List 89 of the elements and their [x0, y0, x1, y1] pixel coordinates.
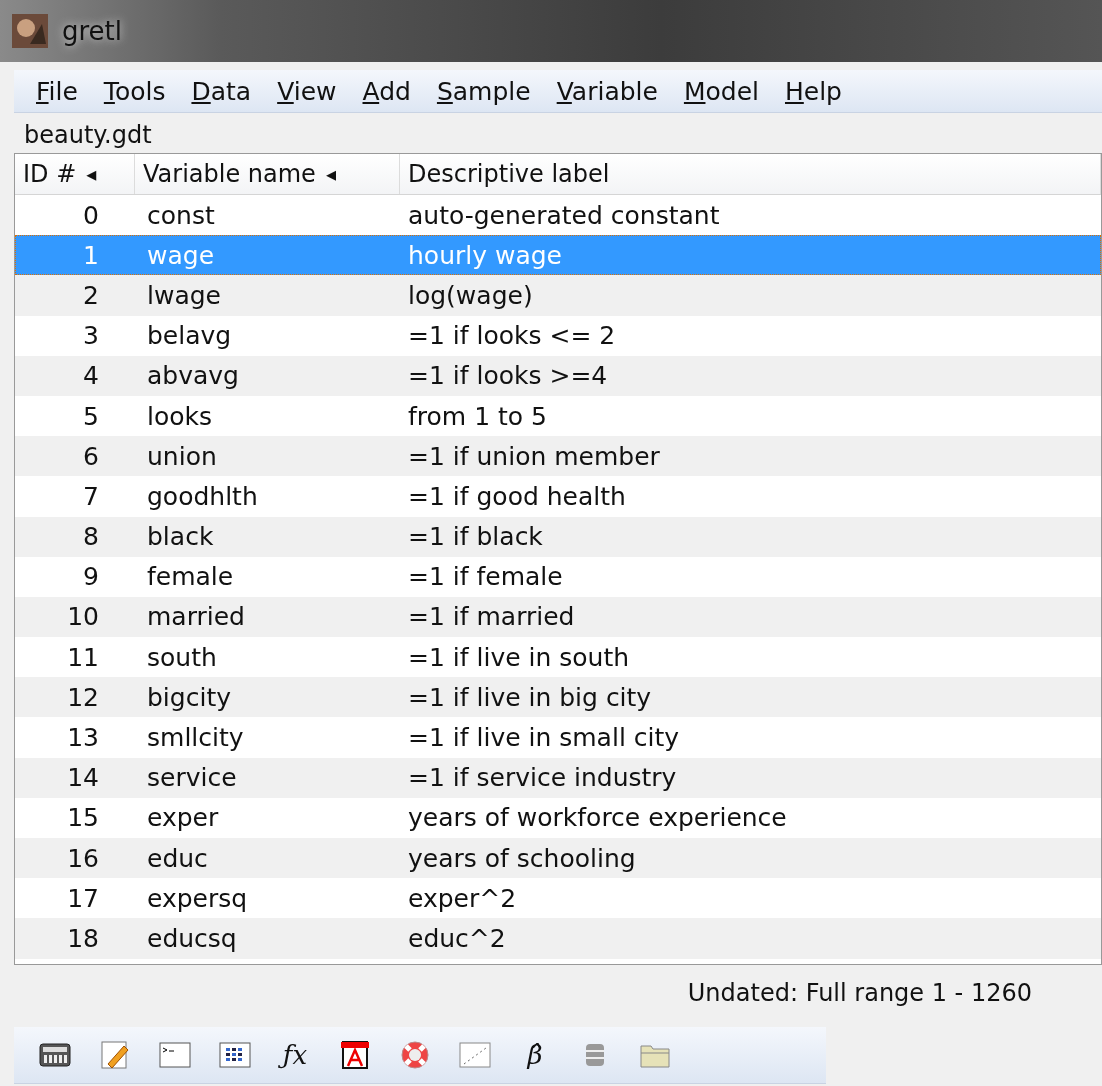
menu-item[interactable]: View	[265, 76, 351, 106]
label-cell-text: from 1 to 5	[407, 401, 548, 431]
label-cell-text: educ^2	[407, 923, 507, 953]
menu-item[interactable]: File	[24, 76, 92, 106]
status-text: Undated: Full range 1 - 1260	[687, 979, 1032, 1009]
name-cell-text: south	[146, 642, 218, 672]
id-cell-text: 3	[82, 321, 100, 351]
name-cell-text: looks	[146, 401, 214, 431]
table-row[interactable]: 2 lwage log(wage)	[15, 275, 1101, 316]
id-cell-text: 15	[66, 803, 100, 833]
name-cell-text: black	[146, 522, 215, 552]
name-cell-text: female	[146, 562, 235, 592]
toolbar-text-button[interactable]: β̂	[516, 1036, 554, 1074]
name-cell-text: smllcity	[146, 723, 245, 753]
id-cell-text: 11	[66, 642, 100, 672]
id-cell-text: 0	[82, 200, 100, 230]
id-cell-text: 6	[82, 441, 100, 471]
id-cell-text: 12	[66, 682, 100, 712]
menu-item[interactable]: Tools	[91, 76, 180, 106]
name-cell-text: educsq	[146, 923, 238, 953]
id-cell-text: 14	[66, 763, 100, 793]
label-cell-text: auto-generated constant	[407, 200, 721, 230]
name-cell-text: expersq	[146, 883, 249, 913]
terminal-icon	[158, 1040, 192, 1070]
table-row[interactable]: 10 married =1 if married	[15, 596, 1101, 638]
label-cell-text: =1 if union member	[407, 441, 661, 471]
name-cell-text: exper	[146, 803, 220, 833]
id-cell-text: 1	[82, 240, 100, 270]
name-cell-text: service	[146, 763, 238, 793]
calculator-icon	[38, 1040, 72, 1070]
column-header[interactable]: Descriptive label	[400, 154, 1101, 194]
lifebuoy-icon	[398, 1040, 432, 1070]
scatter-plot-icon	[458, 1040, 492, 1070]
label-cell-text: =1 if service industry	[407, 763, 678, 793]
label-cell-text: =1 if looks >=4	[407, 361, 609, 391]
file-name: beauty.gdt	[23, 120, 153, 151]
column-header[interactable]: ID # ◂	[15, 154, 135, 194]
label-cell-text: =1 if live in small city	[407, 723, 681, 753]
id-cell-text: 4	[82, 361, 100, 391]
id-cell-text: 13	[66, 723, 100, 753]
label-cell-text: =1 if married	[407, 602, 576, 632]
menu-item[interactable]: Variable	[544, 76, 672, 106]
label-cell-text: =1 if black	[407, 522, 544, 552]
name-cell-text: wage	[146, 240, 216, 270]
name-cell-text: const	[146, 200, 216, 230]
id-cell-text: 8	[82, 522, 100, 552]
table-row[interactable]: 4 abvavg =1 if looks >=4	[15, 355, 1101, 396]
name-cell-text: lwage	[146, 280, 222, 310]
label-cell-text: years of workforce experience	[407, 803, 788, 833]
menu-item[interactable]: Add	[350, 76, 425, 106]
name-cell-text: goodhlth	[146, 481, 259, 511]
label-cell-text: =1 if looks <= 2	[407, 321, 617, 351]
label-cell-text: exper^2	[407, 883, 518, 913]
id-cell-text: 2	[82, 280, 100, 310]
id-cell-text: 10	[66, 602, 100, 632]
id-cell-text: 16	[66, 843, 100, 873]
label-cell-text: hourly wage	[407, 240, 563, 270]
app-icon	[12, 14, 48, 48]
table-row[interactable]: 16 educ years of schooling	[15, 838, 1101, 879]
label-cell-text: =1 if female	[407, 562, 564, 592]
menu-item[interactable]: Help	[773, 76, 856, 106]
name-cell-text: abvavg	[146, 361, 240, 391]
label-cell-text: years of schooling	[407, 843, 637, 873]
id-cell-text: 17	[66, 883, 100, 913]
label-cell-text: log(wage)	[407, 280, 534, 310]
table-row[interactable]: 14 service =1 if service industry	[15, 757, 1101, 798]
menu-item[interactable]: Sample	[424, 76, 545, 106]
id-cell-text: 9	[82, 562, 100, 592]
label-cell-text: =1 if live in big city	[407, 682, 653, 712]
name-cell-text: educ	[146, 843, 209, 873]
name-cell-text: bigcity	[146, 682, 232, 712]
table-row[interactable]: 8 black =1 if black	[15, 516, 1101, 557]
menu-item[interactable]: Model	[671, 76, 773, 106]
column-header[interactable]: Variable name ◂	[135, 154, 400, 194]
name-cell-text: union	[146, 441, 218, 471]
label-cell-text: =1 if live in south	[407, 642, 631, 672]
table-row[interactable]: 6 union =1 if union member	[15, 436, 1101, 477]
label-cell-text: =1 if good health	[407, 481, 627, 511]
name-cell-text: married	[146, 602, 246, 632]
name-cell-text: belavg	[146, 321, 233, 351]
id-cell-text: 18	[66, 923, 100, 953]
table-row[interactable]: 18 educsq educ^2	[15, 918, 1101, 959]
grid-icon	[218, 1040, 252, 1070]
window-title: gretl	[62, 16, 123, 46]
menu-item[interactable]: Data	[179, 76, 266, 106]
id-cell-text: 7	[82, 481, 100, 511]
id-cell-text: 5	[82, 401, 100, 431]
table-row[interactable]: 12 bigcity =1 if live in big city	[15, 677, 1101, 718]
toolbar-text-button[interactable]: ƒx	[276, 1036, 314, 1074]
